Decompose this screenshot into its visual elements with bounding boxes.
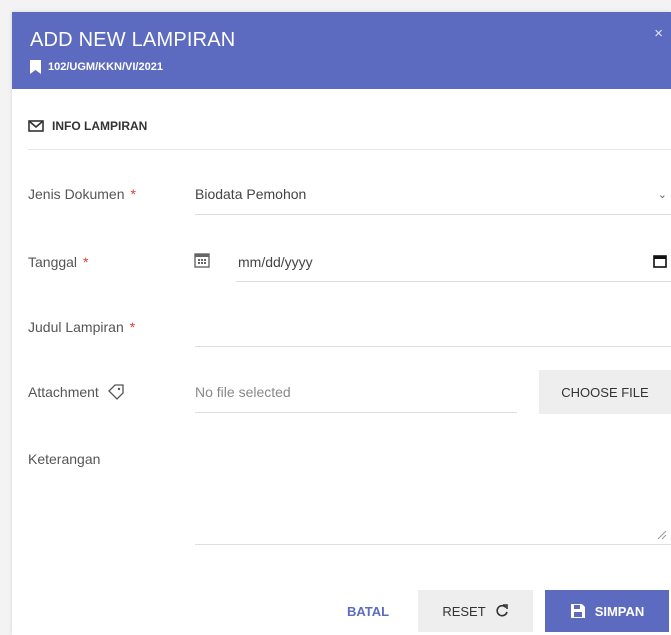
resize-handle-icon[interactable] (657, 530, 667, 540)
modal-subtitle: 102/UGM/KKN/VI/2021 (30, 60, 163, 74)
required-marker: * (83, 254, 89, 270)
tanggal-label: Tanggal * (28, 254, 89, 270)
add-lampiran-modal: ADD NEW LAMPIRAN 102/UGM/KKN/VI/2021 × I… (12, 12, 671, 635)
jenis-dokumen-label-text: Jenis Dokumen (28, 186, 125, 202)
chevron-down-icon[interactable]: ⌄ (658, 188, 667, 201)
refresh-icon (496, 604, 508, 617)
reset-button-label: RESET (442, 603, 486, 619)
attachment-label-text: Attachment (28, 384, 99, 400)
choose-file-button[interactable]: CHOOSE FILE (539, 370, 671, 414)
keterangan-underline (195, 544, 671, 545)
section-info-lampiran: INFO LAMPIRAN (28, 119, 147, 133)
jenis-dokumen-select[interactable]: Biodata Pemohon (195, 186, 306, 202)
attachment-file-status: No file selected (195, 384, 291, 400)
mail-icon (28, 120, 44, 132)
bookmark-icon (30, 60, 41, 74)
tanggal-input[interactable]: mm/dd/yyyy (238, 254, 313, 270)
attachment-label: Attachment (28, 384, 125, 400)
simpan-button-label: SIMPAN (594, 603, 645, 619)
judul-lampiran-label: Judul Lampiran * (28, 319, 135, 335)
required-marker: * (129, 319, 136, 335)
judul-lampiran-underline (195, 346, 671, 347)
attachment-underline (195, 412, 517, 413)
reset-button[interactable]: RESET (418, 590, 533, 632)
modal-title: ADD NEW LAMPIRAN (30, 29, 236, 51)
section-title: INFO LAMPIRAN (52, 119, 148, 133)
keterangan-label-text: Keterangan (28, 451, 101, 467)
batal-button[interactable]: BATAL (332, 590, 404, 632)
tanggal-underline (236, 281, 671, 282)
reference-number: 102/UGM/KKN/VI/2021 (48, 61, 163, 73)
tag-icon (107, 384, 124, 400)
required-marker: * (130, 186, 136, 202)
date-picker-icon[interactable] (653, 254, 667, 268)
judul-lampiran-label-text: Judul Lampiran (28, 319, 124, 335)
jenis-dokumen-label: Jenis Dokumen * (28, 186, 136, 202)
save-icon (570, 604, 585, 618)
keterangan-label: Keterangan (28, 451, 100, 467)
judul-lampiran-input[interactable] (195, 319, 665, 339)
keterangan-textarea[interactable] (195, 451, 665, 536)
calendar-icon (194, 253, 210, 268)
close-icon[interactable]: × (654, 26, 663, 41)
section-divider (28, 149, 671, 150)
tanggal-label-text: Tanggal (28, 254, 78, 270)
jenis-dokumen-underline (195, 214, 671, 215)
modal-header: ADD NEW LAMPIRAN 102/UGM/KKN/VI/2021 × (12, 12, 671, 89)
simpan-button[interactable]: SIMPAN (545, 590, 669, 632)
